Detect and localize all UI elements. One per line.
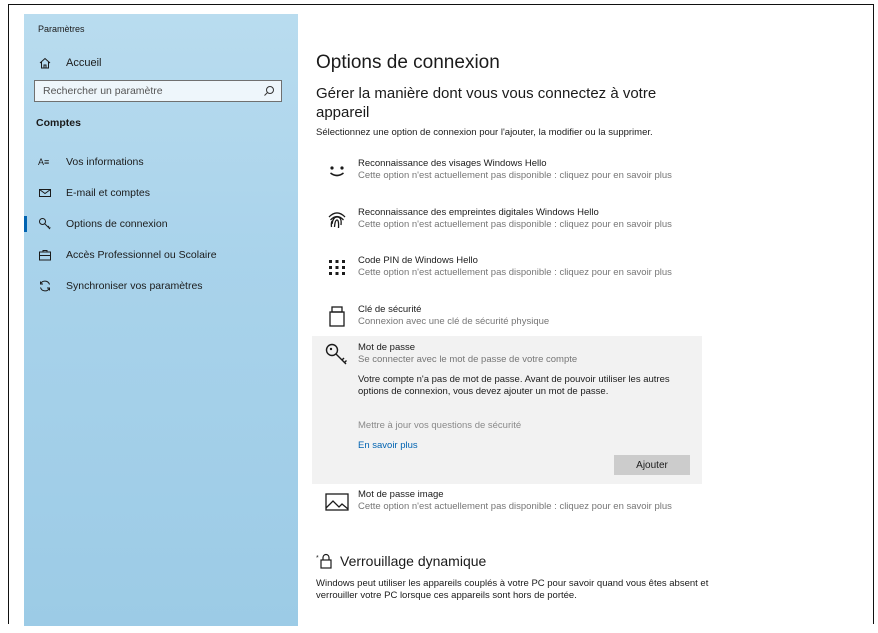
option-picture-password[interactable]: Mot de passe image Cette option n'est ac… (316, 489, 706, 515)
option-password-expanded[interactable]: Mot de passe Se connecter avec le mot de… (312, 336, 702, 484)
option-title: Clé de sécurité (358, 304, 422, 315)
sidebar-item-label: Accès Professionnel ou Scolaire (66, 248, 217, 261)
app-title: Paramètres (38, 24, 85, 34)
dynamic-lock-heading: * Verrouillage dynamique (316, 553, 486, 569)
dynamic-lock-title: Verrouillage dynamique (340, 553, 487, 569)
search-box[interactable] (34, 80, 282, 102)
page-title: Options de connexion (316, 52, 500, 73)
option-security-key[interactable]: Clé de sécurité Connexion avec une clé d… (316, 304, 706, 330)
sidebar-item-email-comptes[interactable]: E-mail et comptes (24, 177, 298, 208)
option-title: Reconnaissance des empreintes digitales … (358, 207, 599, 218)
dynamic-lock-body: Windows peut utiliser les appareils coup… (316, 578, 709, 601)
main-content: Options de connexion Gérer la manière do… (312, 0, 708, 630)
briefcase-icon (39, 249, 51, 260)
sidebar-item-label: Vos informations (66, 155, 144, 168)
key-icon (325, 343, 347, 365)
sidebar: Paramètres Accueil Comptes A≡ Vos inform… (24, 14, 298, 626)
fingerprint-icon (328, 212, 346, 229)
intro-text: Sélectionnez une option de connexion pou… (316, 127, 653, 138)
option-fingerprint[interactable]: Reconnaissance des empreintes digitales … (316, 207, 706, 233)
option-desc: Cette option n'est actuellement pas disp… (358, 219, 672, 230)
person-card-icon: A≡ (38, 157, 49, 167)
nav-home-label: Accueil (66, 57, 102, 69)
option-title: Mot de passe (358, 342, 416, 353)
home-icon (39, 57, 51, 69)
option-desc: Cette option n'est actuellement pas disp… (358, 501, 672, 512)
security-key-icon (329, 306, 345, 327)
option-password[interactable]: Mot de passe Se connecter avec le mot de… (316, 342, 706, 368)
option-title: Mot de passe image (358, 489, 444, 500)
key-icon (39, 217, 51, 229)
option-desc: Connexion avec une clé de sécurité physi… (358, 316, 550, 327)
search-input[interactable] (41, 84, 263, 98)
sidebar-item-vos-informations[interactable]: A≡ Vos informations (24, 146, 298, 177)
sidebar-item-label: Options de connexion (66, 217, 168, 230)
mail-icon (39, 188, 51, 197)
option-desc: Cette option n'est actuellement pas disp… (358, 267, 672, 278)
search-icon[interactable] (263, 85, 275, 97)
dynamic-lock-icon: * (316, 553, 332, 569)
option-desc: Se connecter avec le mot de passe de vot… (358, 354, 578, 365)
section-title: Comptes (36, 117, 81, 129)
option-title: Code PIN de Windows Hello (358, 255, 478, 266)
sidebar-item-options-connexion[interactable]: Options de connexion (24, 208, 298, 239)
face-icon (330, 166, 344, 177)
add-password-button[interactable]: Ajouter (614, 455, 690, 475)
nav-home[interactable]: Accueil (38, 56, 101, 70)
sidebar-item-acces-professionnel[interactable]: Accès Professionnel ou Scolaire (24, 239, 298, 270)
option-title: Reconnaissance des visages Windows Hello (358, 158, 547, 169)
sidebar-item-label: Synchroniser vos paramètres (66, 279, 203, 292)
sidebar-item-label: E-mail et comptes (66, 186, 151, 199)
option-face-recognition[interactable]: Reconnaissance des visages Windows Hello… (316, 158, 706, 184)
update-security-questions-link[interactable]: Mettre à jour vos questions de sécurité (358, 420, 521, 431)
learn-more-link[interactable]: En savoir plus (358, 440, 418, 451)
page-subtitle: Gérer la manière dont vous vous connecte… (316, 85, 657, 121)
svg-text:A≡: A≡ (38, 157, 49, 167)
sidebar-item-synchroniser[interactable]: Synchroniser vos paramètres (24, 270, 298, 301)
nav-list: A≡ Vos informations E-mail et comptes Op… (24, 146, 298, 301)
image-icon (325, 493, 349, 511)
sync-icon (40, 280, 50, 291)
option-pin[interactable]: Code PIN de Windows Hello Cette option n… (316, 255, 706, 281)
password-body-text: Votre compte n'a pas de mot de passe. Av… (358, 374, 670, 397)
pin-keypad-icon (329, 260, 345, 275)
option-desc: Cette option n'est actuellement pas disp… (358, 170, 672, 181)
svg-text:*: * (316, 555, 319, 562)
